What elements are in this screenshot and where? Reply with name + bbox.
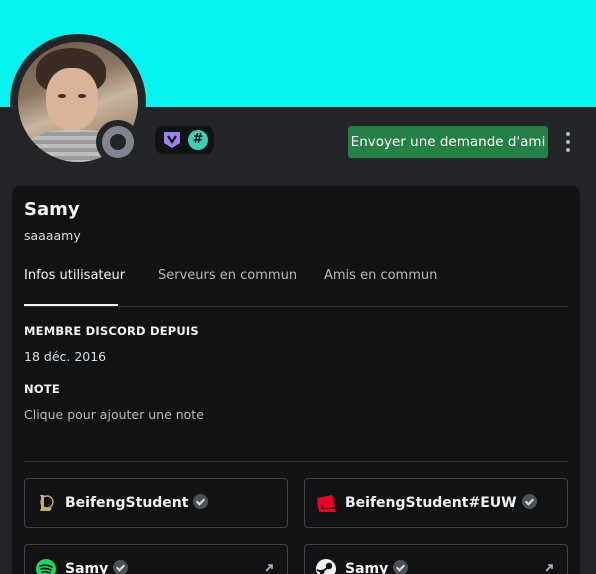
connection-name: BeifengStudent#EUW: [345, 495, 517, 511]
steam-icon: [316, 559, 336, 574]
tabs-divider: [24, 306, 568, 307]
connection-league-of-legends[interactable]: BeifengStudent: [24, 478, 288, 528]
verified-icon: [393, 560, 409, 574]
hashtag-badge-icon[interactable]: #: [188, 130, 208, 150]
spotify-icon: [36, 559, 56, 574]
league-of-legends-icon: [40, 495, 54, 511]
verified-icon: [193, 494, 209, 509]
tab-user-info[interactable]: Infos utilisateur: [24, 268, 125, 283]
connection-name: BeifengStudent: [65, 495, 189, 511]
verified-icon: [113, 560, 129, 574]
connection-name: Samy: [65, 561, 109, 574]
username: saaaamy: [24, 228, 81, 243]
profile-tabs: Infos utilisateur Serveurs en commun Ami…: [24, 268, 568, 308]
note-title: NOTE: [24, 382, 60, 396]
display-name: Samy: [24, 199, 80, 220]
connection-spotify[interactable]: Samy: [24, 544, 288, 574]
connections-divider: [24, 461, 568, 462]
external-link-icon[interactable]: [263, 562, 275, 574]
badge-list: #: [155, 126, 214, 154]
external-link-icon[interactable]: [543, 562, 555, 574]
tab-mutual-servers[interactable]: Serveurs en commun: [158, 268, 297, 283]
riot-games-icon: [317, 495, 335, 512]
tab-mutual-friends[interactable]: Amis en commun: [324, 268, 437, 283]
more-options-icon[interactable]: [560, 130, 576, 154]
connection-name: Samy: [345, 561, 389, 574]
verified-icon: [521, 494, 537, 509]
member-since-title: MEMBRE DISCORD DEPUIS: [24, 324, 199, 338]
hypesquad-balance-icon[interactable]: [162, 130, 182, 150]
connection-riot-games[interactable]: BeifengStudent#EUW: [304, 478, 568, 528]
offline-status-icon: [102, 126, 134, 158]
note-input[interactable]: Clique pour ajouter une note: [24, 407, 204, 422]
member-since-date: 18 déc. 2016: [24, 349, 107, 364]
send-friend-request-button[interactable]: Envoyer une demande d'ami: [348, 126, 548, 158]
connection-steam[interactable]: Samy: [304, 544, 568, 574]
